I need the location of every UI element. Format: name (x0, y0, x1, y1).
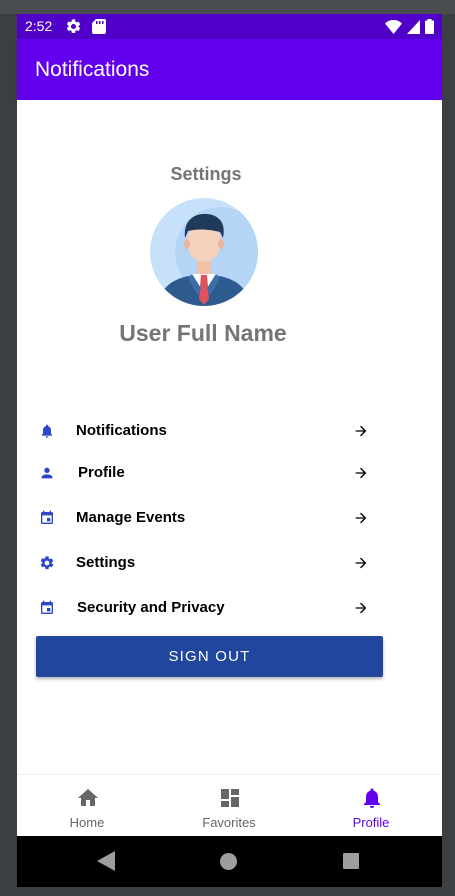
home-icon (78, 789, 98, 806)
menu-item-label: Settings (76, 554, 136, 571)
emulator-frame-bottom (0, 887, 455, 896)
emulator-frame-top (0, 0, 455, 14)
sd-card-icon (92, 19, 106, 34)
bell-icon (364, 788, 380, 808)
settings-status-icon (66, 19, 81, 34)
status-time: 2:52 (25, 18, 53, 34)
menu-item-profile[interactable]: Profile (17, 458, 377, 488)
menu-item-security-privacy[interactable]: Security and Privacy (17, 593, 377, 623)
user-full-name: User Full Name (119, 320, 287, 346)
arrow-right-icon (355, 425, 367, 437)
menu-item-label: Notifications (76, 422, 167, 439)
menu-item-label: Profile (78, 464, 125, 481)
recent-apps-icon[interactable] (343, 853, 359, 869)
calendar-icon (41, 600, 53, 614)
profile-content: Settings User Full Name Notifications Pr… (17, 100, 442, 774)
nav-item-favorites[interactable]: Favorites (159, 775, 299, 837)
section-title: Settings (170, 164, 242, 184)
nav-item-label: Favorites (202, 815, 256, 830)
bottom-navigation: Home Favorites Profile (17, 774, 442, 837)
app-bar: Notifications (17, 39, 442, 100)
arrow-right-icon (355, 602, 367, 614)
status-bar: 2:52 (17, 14, 442, 39)
system-navigation-bar (17, 836, 442, 887)
nav-item-profile[interactable]: Profile (301, 775, 441, 837)
wifi-icon (385, 19, 402, 34)
menu-item-notifications[interactable]: Notifications (17, 416, 377, 446)
arrow-right-icon (355, 467, 367, 479)
app-bar-title: Notifications (35, 58, 150, 81)
emulator-frame-left (0, 14, 17, 896)
bell-icon (41, 424, 53, 438)
dashboard-icon (221, 789, 239, 807)
back-icon[interactable] (97, 851, 115, 871)
calendar-icon (41, 510, 53, 524)
nav-item-label: Home (69, 815, 105, 830)
menu-item-label: Manage Events (76, 509, 186, 526)
cell-signal-icon (407, 19, 420, 34)
home-button-icon[interactable] (220, 853, 237, 870)
user-avatar[interactable] (150, 198, 258, 306)
nav-item-home[interactable]: Home (17, 775, 157, 837)
menu-item-manage-events[interactable]: Manage Events (17, 503, 377, 533)
battery-icon (425, 19, 434, 34)
arrow-right-icon (355, 512, 367, 524)
menu-item-label: Security and Privacy (77, 599, 225, 616)
arrow-right-icon (355, 557, 367, 569)
nav-item-label: Profile (352, 815, 390, 830)
emulator-frame-right (442, 14, 455, 896)
gear-icon (40, 556, 54, 570)
sign-out-button[interactable]: SIGN OUT (36, 636, 383, 677)
menu-item-settings[interactable]: Settings (17, 548, 377, 578)
person-icon (41, 467, 53, 479)
status-indicators (385, 19, 434, 34)
